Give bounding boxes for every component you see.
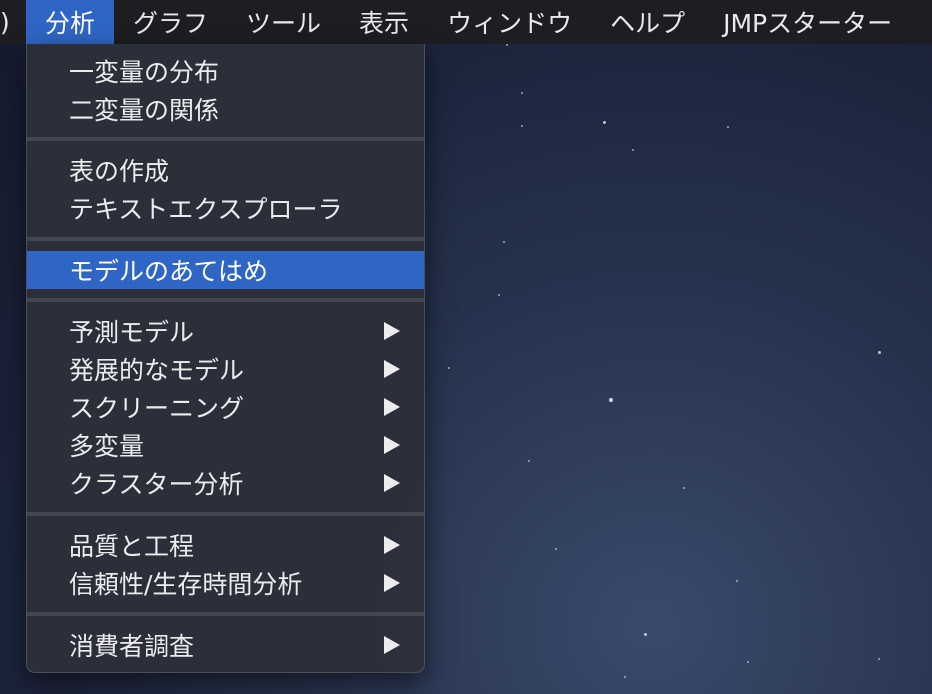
star [632, 149, 634, 151]
submenu-arrow-icon [384, 360, 400, 378]
menu-item-label: 多変量 [69, 432, 145, 461]
star [736, 580, 738, 582]
menu-separator [27, 612, 424, 616]
menu-item-label: モデルのあてはめ [69, 257, 269, 286]
star [878, 351, 881, 354]
menu-item-label: スクリーニング [69, 394, 245, 423]
menubar-item-help[interactable]: ヘルプ [591, 0, 704, 44]
menu-item-tabulate[interactable]: 表の作成 [27, 151, 424, 189]
menu-item-label: テキストエクスプローラ [69, 195, 343, 224]
menu-item-label: 二変量の関係 [69, 96, 220, 125]
star [624, 676, 626, 678]
menu-item-label: クラスター分析 [69, 470, 244, 499]
star [727, 126, 729, 128]
menu-separator [27, 237, 424, 241]
menubar-item-analyze[interactable]: 分析 [26, 0, 115, 44]
menu-item-specialized-modeling[interactable]: 発展的なモデル [27, 350, 424, 388]
menu-bar: ) 分析 グラフ ツール 表示 ウィンドウ ヘルプ JMPスターター [0, 0, 932, 44]
menu-item-label: 表の作成 [69, 157, 170, 186]
menu-item-label: 一変量の分布 [69, 58, 220, 87]
submenu-arrow-icon [384, 636, 400, 654]
menubar-item-window[interactable]: ウィンドウ [428, 0, 591, 44]
star [878, 658, 880, 660]
menu-item-label: 予測モデル [69, 318, 195, 347]
star [555, 548, 557, 550]
menu-item-label: 消費者調査 [69, 632, 195, 661]
menu-item-consumer-research[interactable]: 消費者調査 [27, 626, 424, 664]
menu-item-label: 発展的なモデル [69, 356, 245, 385]
menubar-item-view[interactable]: 表示 [340, 0, 428, 44]
menubar-item-tools[interactable]: ツール [227, 0, 340, 44]
star [498, 294, 500, 296]
menu-item-label: 信頼性/生存時間分析 [69, 570, 303, 599]
star [603, 121, 606, 124]
star [521, 125, 523, 127]
star [747, 661, 749, 663]
menubar-item-graph[interactable]: グラフ [114, 0, 227, 44]
star [521, 92, 523, 94]
menu-separator [27, 137, 424, 141]
menu-item-text-explorer[interactable]: テキストエクスプローラ [27, 189, 424, 227]
menu-item-clustering[interactable]: クラスター分析 [27, 464, 424, 502]
menu-item-fit-model[interactable]: モデルのあてはめ [27, 251, 424, 289]
analyze-dropdown-menu: 一変量の分布 二変量の関係 表の作成 テキストエクスプローラ モデルのあてはめ … [26, 44, 425, 673]
submenu-arrow-icon [384, 574, 400, 592]
star [609, 398, 613, 402]
menu-separator [27, 298, 424, 302]
menu-item-multivariate[interactable]: 多変量 [27, 426, 424, 464]
menu-item-screening[interactable]: スクリーニング [27, 388, 424, 426]
star [528, 460, 530, 462]
star [644, 633, 647, 636]
menu-item-label: 品質と工程 [69, 532, 195, 561]
menu-item-distribution[interactable]: 一変量の分布 [27, 52, 424, 90]
star [448, 367, 450, 369]
submenu-arrow-icon [384, 536, 400, 554]
menu-item-reliability-survival[interactable]: 信頼性/生存時間分析 [27, 564, 424, 602]
menubar-item-partial[interactable]: ) [0, 0, 26, 44]
submenu-arrow-icon [384, 474, 400, 492]
submenu-arrow-icon [384, 436, 400, 454]
menu-item-predictive-modeling[interactable]: 予測モデル [27, 312, 424, 350]
star [503, 241, 505, 243]
menu-item-fit-y-by-x[interactable]: 二変量の関係 [27, 90, 424, 128]
star [683, 487, 685, 489]
menu-item-quality-and-process[interactable]: 品質と工程 [27, 526, 424, 564]
menubar-item-jmp-starter[interactable]: JMPスターター [704, 0, 911, 44]
star [506, 44, 508, 46]
submenu-arrow-icon [384, 322, 400, 340]
submenu-arrow-icon [384, 398, 400, 416]
menu-separator [27, 512, 424, 516]
